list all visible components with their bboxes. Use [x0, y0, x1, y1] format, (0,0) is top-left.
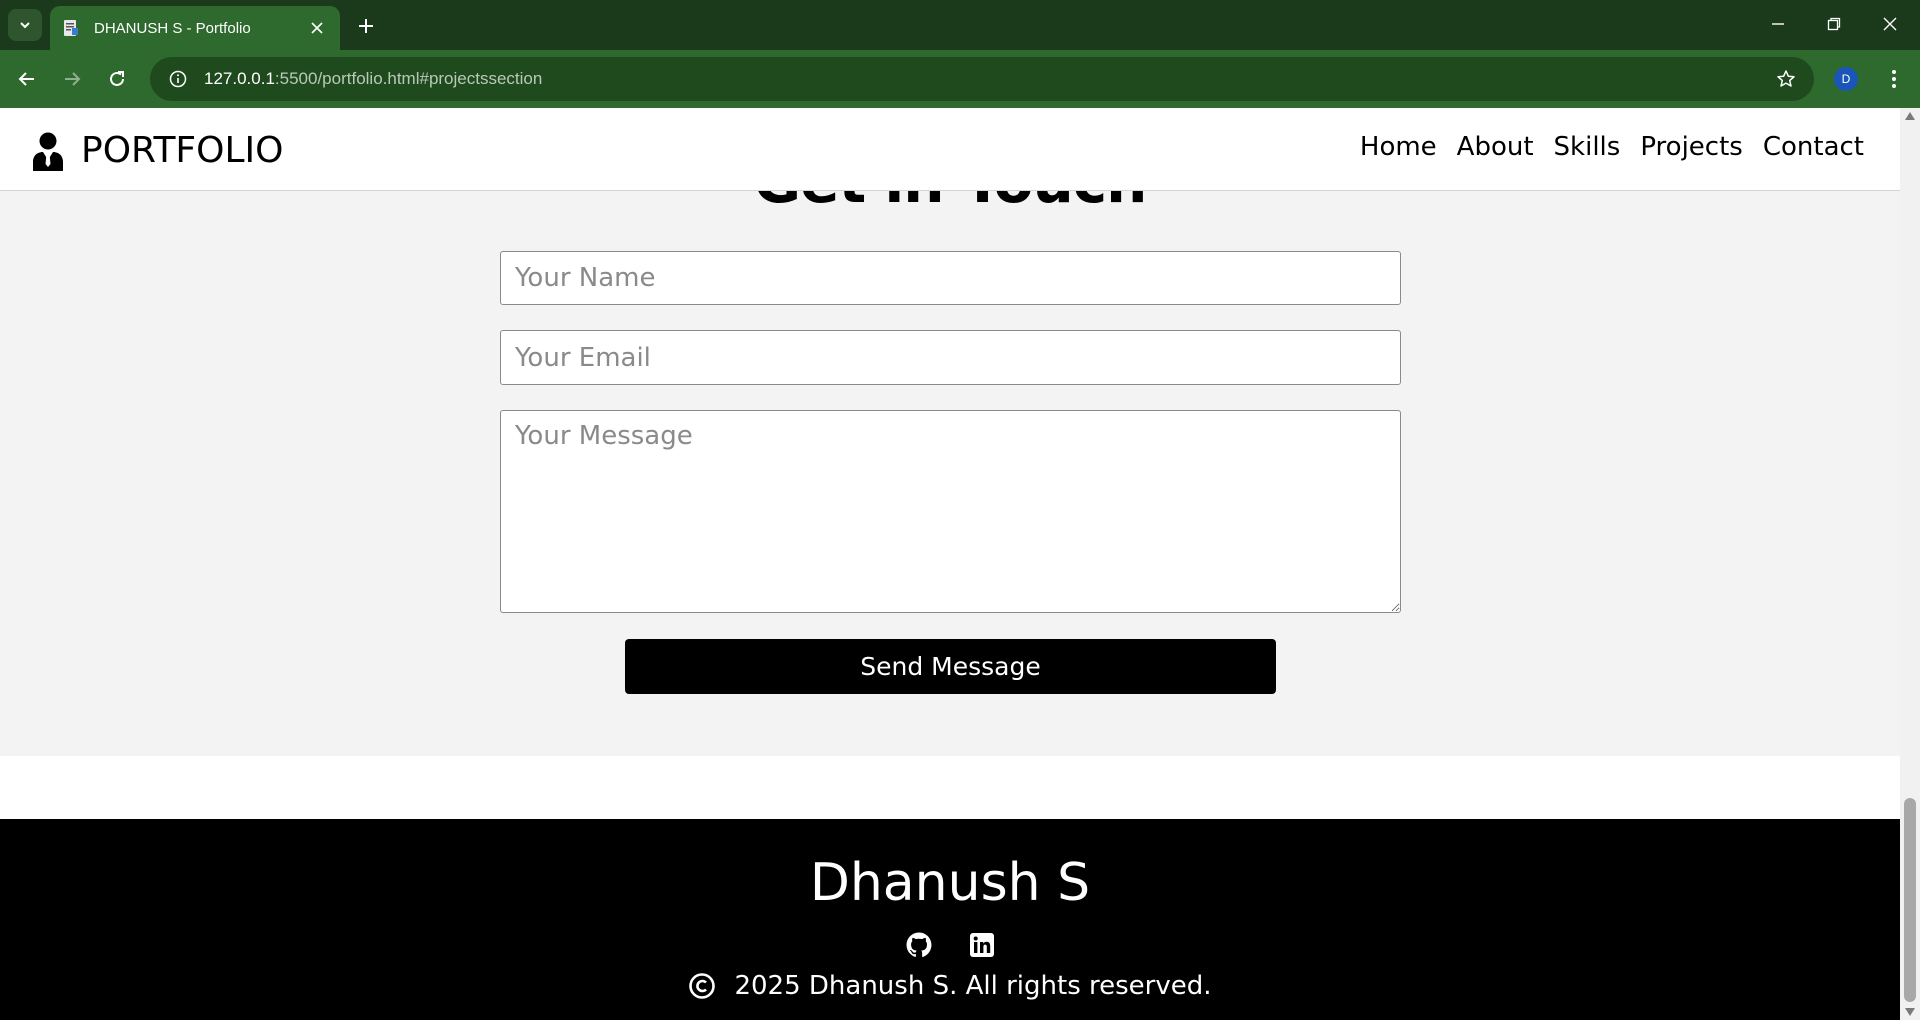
linkedin-link[interactable] — [968, 931, 996, 959]
bookmark-button[interactable] — [1772, 65, 1800, 93]
browser-toolbar: 127.0.0.1:5500/portfolio.html#projectsse… — [0, 50, 1920, 108]
info-icon — [169, 70, 187, 88]
page-viewport: Get in Touch Send Message Dhanush S 2025… — [0, 108, 1900, 1020]
minimize-icon — [1772, 23, 1784, 25]
chevron-down-icon — [20, 22, 30, 29]
github-link[interactable] — [905, 931, 933, 959]
restore-icon — [1827, 17, 1841, 31]
name-field[interactable] — [500, 251, 1401, 305]
copyright-icon — [689, 973, 716, 999]
close-icon — [1883, 17, 1897, 31]
back-button[interactable] — [10, 62, 44, 96]
main-nav: Home About Skills Projects Contact — [1360, 132, 1864, 162]
send-message-button[interactable]: Send Message — [625, 639, 1276, 694]
tab-title: DHANUSH S - Portfolio — [94, 19, 251, 37]
url-path: :5500/portfolio.html#projectssection — [274, 69, 543, 88]
scroll-down-arrow-icon[interactable] — [1905, 1008, 1915, 1016]
plus-icon — [359, 19, 373, 33]
arrow-left-icon — [18, 72, 34, 86]
footer-name: Dhanush S — [809, 853, 1091, 913]
arrow-right-icon — [65, 72, 81, 86]
site-info-button[interactable] — [156, 57, 200, 101]
profile-avatar[interactable]: D — [1834, 67, 1858, 91]
message-field[interactable] — [500, 410, 1401, 613]
scroll-up-arrow-icon[interactable] — [1905, 112, 1915, 120]
more-vertical-icon — [1892, 70, 1896, 88]
reload-icon — [110, 71, 124, 86]
nav-home[interactable]: Home — [1360, 132, 1437, 162]
star-icon — [1777, 70, 1795, 87]
url-host: 127.0.0.1 — [204, 69, 275, 88]
nav-about[interactable]: About — [1457, 132, 1534, 162]
restore-button[interactable] — [1814, 8, 1854, 40]
tab-close-button[interactable] — [306, 17, 328, 39]
address-bar[interactable]: 127.0.0.1:5500/portfolio.html#projectsse… — [150, 57, 1814, 101]
close-icon — [311, 22, 323, 34]
browser-tab-strip: DHANUSH S - Portfolio — [0, 0, 1920, 50]
nav-skills[interactable]: Skills — [1554, 132, 1621, 162]
forward-button[interactable] — [55, 62, 89, 96]
new-tab-button[interactable] — [352, 12, 380, 40]
copyright-line: 2025 Dhanush S. All rights reserved. — [0, 971, 1900, 1001]
site-header: PORTFOLIO Home About Skills Projects Con… — [0, 108, 1900, 191]
contact-section: Get in Touch Send Message — [0, 108, 1900, 756]
site-logo[interactable]: PORTFOLIO — [31, 130, 283, 171]
nav-contact[interactable]: Contact — [1763, 132, 1864, 162]
scroll-thumb[interactable] — [1904, 798, 1916, 1002]
page-favicon-icon — [64, 20, 78, 36]
nav-projects[interactable]: Projects — [1640, 132, 1743, 162]
reload-button[interactable] — [100, 62, 134, 96]
github-icon — [906, 932, 932, 958]
minimize-button[interactable] — [1758, 8, 1798, 40]
close-window-button[interactable] — [1870, 8, 1910, 40]
page-scrollbar[interactable] — [1900, 108, 1920, 1020]
email-field[interactable] — [500, 330, 1401, 385]
copyright-text: 2025 Dhanush S. All rights reserved. — [734, 971, 1212, 1001]
browser-menu-button[interactable] — [1880, 62, 1908, 96]
linkedin-icon — [970, 933, 994, 957]
browser-tab[interactable]: DHANUSH S - Portfolio — [50, 6, 340, 50]
user-icon — [33, 132, 63, 171]
site-footer: Dhanush S 2025 Dhanush S. All rights res… — [0, 819, 1900, 1020]
logo-text: PORTFOLIO — [81, 130, 284, 171]
tab-search-button[interactable] — [8, 9, 42, 41]
